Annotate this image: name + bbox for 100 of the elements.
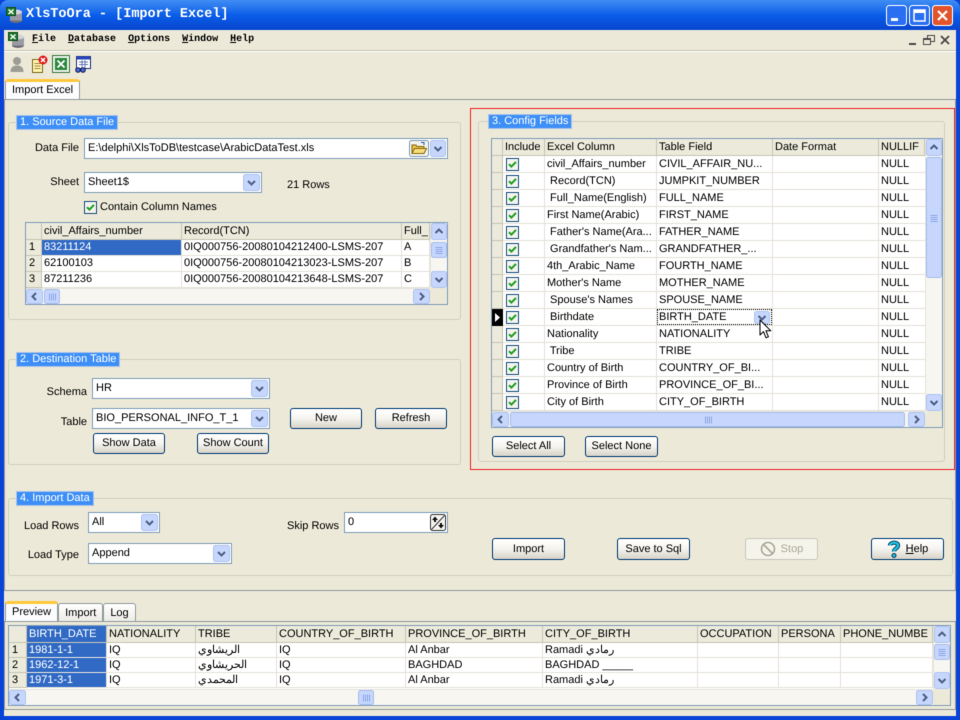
- close-icon[interactable]: [939, 34, 951, 46]
- tab[interactable]: Preview: [5, 601, 58, 621]
- tab[interactable]: Import Excel: [5, 79, 80, 99]
- tab[interactable]: Log: [103, 603, 136, 621]
- scroll-thumb[interactable]: [431, 242, 447, 258]
- chevron-up-icon[interactable]: [934, 626, 950, 643]
- checkbox[interactable]: [506, 378, 519, 392]
- checkbox[interactable]: [506, 208, 519, 222]
- minimize-icon[interactable]: [886, 4, 907, 26]
- load-rows-dropdown[interactable]: All: [88, 512, 160, 533]
- field-label: Sheet: [49, 175, 79, 190]
- sheet-dropdown[interactable]: Sheet1$: [84, 172, 262, 193]
- checkbox[interactable]: [506, 226, 519, 238]
- scroll-thumb[interactable]: [926, 157, 942, 278]
- checkbox[interactable]: [506, 328, 519, 340]
- column-header: COUNTRY_OF_BIRTH: [277, 626, 406, 643]
- spreadsheet-database-icon[interactable]: [7, 31, 25, 49]
- document-error-icon[interactable]: [30, 55, 48, 73]
- chevron-right-icon[interactable]: [413, 289, 430, 304]
- spin-arrows-icon[interactable]: [430, 514, 446, 531]
- chevron-up-icon[interactable]: [431, 223, 447, 240]
- scrollbar-corner: [933, 689, 950, 705]
- chevron-left-icon[interactable]: [9, 690, 26, 705]
- table-cell: Province of Birth: [545, 377, 657, 394]
- column-header: Record(TCN): [182, 223, 402, 240]
- column-header: BIRTH_DATE: [27, 626, 107, 643]
- chevron-right-icon[interactable]: [908, 412, 925, 427]
- horizontal-scrollbar[interactable]: [9, 689, 933, 705]
- skip-rows-field[interactable]: 0: [344, 512, 448, 533]
- table-cell: 0IQ000756-20080104212400-LSMS-207: [182, 240, 402, 256]
- spreadsheet-icon[interactable]: [52, 55, 70, 73]
- field-label: Load Rows: [22, 520, 79, 533]
- column-header: CITY_OF_BIRTH: [543, 626, 698, 643]
- folder-icon[interactable]: [409, 140, 429, 157]
- tab[interactable]: Import: [58, 603, 104, 621]
- column-header: civil_Affairs_number: [42, 223, 182, 240]
- checkbox[interactable]: [506, 396, 519, 408]
- select-all-button[interactable]: Select All: [492, 436, 565, 457]
- action-button[interactable]: Save to Sql: [617, 538, 690, 560]
- menu-item[interactable]: File: [26, 33, 62, 47]
- checkbox[interactable]: [84, 200, 97, 214]
- table-cell: Ramadi رمادي: [543, 643, 698, 658]
- load-type-dropdown[interactable]: Append: [88, 543, 232, 564]
- table-cell-text: PROVINCE_OF_BI...: [658, 378, 765, 393]
- scroll-thumb[interactable]: [358, 690, 374, 705]
- horizontal-scrollbar[interactable]: [26, 288, 430, 304]
- menu-item[interactable]: Window: [176, 33, 224, 47]
- scroll-thumb[interactable]: [934, 644, 950, 660]
- checkbox[interactable]: [506, 192, 519, 204]
- action-button[interactable]: Help: [871, 538, 944, 560]
- spreadsheet-database-icon[interactable]: [5, 6, 23, 24]
- vertical-scrollbar[interactable]: [925, 139, 942, 411]
- checkbox[interactable]: [506, 158, 519, 170]
- table-cell: BAGHDAD: [406, 658, 543, 673]
- table-cell-text: FATHER_NAME: [658, 225, 740, 240]
- menu-item[interactable]: Help: [224, 33, 260, 47]
- checkbox-label[interactable]: Contain Column Names: [100, 198, 217, 216]
- new-button[interactable]: New: [290, 408, 362, 429]
- column-header: Table Field: [657, 139, 773, 156]
- column-header: TRIBE: [196, 626, 277, 643]
- checkbox[interactable]: [506, 362, 519, 374]
- chevron-left-icon[interactable]: [492, 412, 509, 427]
- maximize-icon[interactable]: [909, 4, 930, 26]
- checkbox[interactable]: [506, 294, 519, 306]
- scroll-thumb[interactable]: [44, 289, 60, 304]
- table-cell-text: CITY_OF_BIRTH: [658, 395, 746, 410]
- table-cell: Father's Name(Ara...: [545, 224, 657, 241]
- chevron-down-icon[interactable]: [754, 310, 770, 324]
- select-none-button[interactable]: Select None: [585, 436, 658, 457]
- checkbox[interactable]: [506, 260, 519, 272]
- restore-icon[interactable]: [923, 34, 935, 46]
- chevron-left-icon[interactable]: [26, 289, 43, 304]
- checkbox[interactable]: [506, 344, 519, 358]
- table-cell: First Name(Arabic): [545, 207, 657, 224]
- table-cell: Mother's Name: [545, 275, 657, 292]
- checkbox[interactable]: [506, 276, 519, 290]
- checkbox[interactable]: [506, 174, 519, 188]
- table-cell: 1971-3-1: [27, 673, 107, 688]
- row-number: 1: [26, 240, 42, 256]
- scrollbar-corner: [925, 411, 942, 427]
- question-mark-icon: [886, 540, 901, 558]
- refresh-button[interactable]: Refresh: [375, 408, 447, 429]
- show-count-button[interactable]: Show Count: [197, 433, 269, 454]
- table-dropdown[interactable]: BIO_PERSONAL_INFO_T_1: [92, 408, 270, 429]
- vertical-scrollbar[interactable]: [933, 626, 950, 689]
- checkbox[interactable]: [506, 310, 519, 324]
- menu-item[interactable]: Database: [62, 33, 122, 47]
- table-view-icon[interactable]: [74, 55, 92, 73]
- menu-item[interactable]: Options: [122, 33, 176, 47]
- chevron-up-icon[interactable]: [926, 139, 942, 156]
- table-field-dropdown[interactable]: BIRTH_DATE: [657, 309, 772, 325]
- schema-dropdown[interactable]: HR: [92, 378, 270, 399]
- table-cell: IQ: [107, 658, 196, 673]
- checkbox[interactable]: [506, 242, 519, 256]
- chevron-right-icon[interactable]: [916, 690, 933, 705]
- file-path-field[interactable]: E:\delphi\XlsToDB\testcase\ArabicDataTest.xls: [84, 138, 448, 159]
- row-number: 3: [26, 272, 42, 288]
- action-button[interactable]: Import: [492, 538, 565, 560]
- vertical-scrollbar[interactable]: [430, 223, 447, 288]
- show-data-button[interactable]: Show Data: [93, 433, 165, 454]
